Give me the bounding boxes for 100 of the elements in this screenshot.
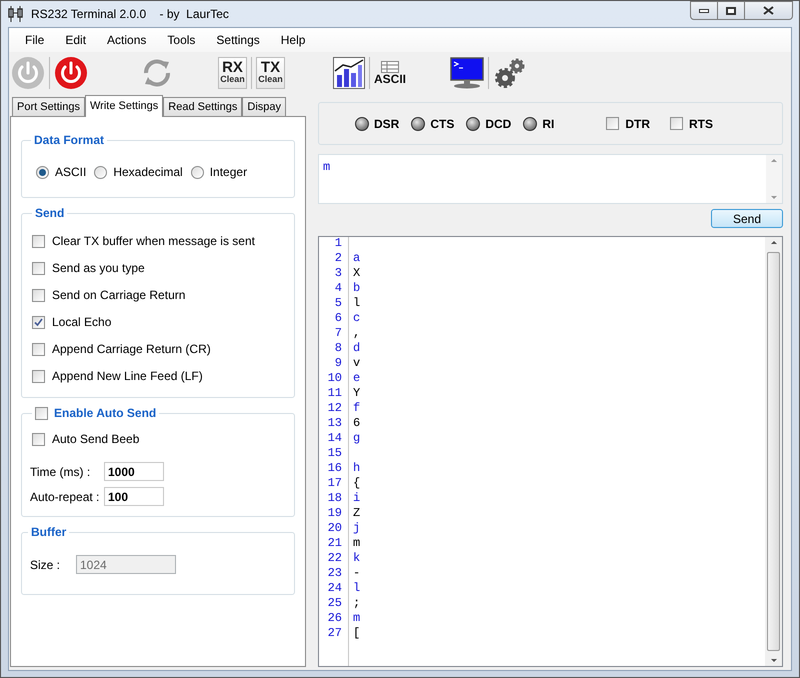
field-label: Size : bbox=[30, 556, 62, 574]
terminal-line: f bbox=[353, 401, 362, 416]
menu-item[interactable]: Edit bbox=[57, 31, 94, 49]
led-label: DCD bbox=[485, 116, 512, 132]
minimize-button[interactable] bbox=[690, 1, 718, 20]
checkbox[interactable] bbox=[32, 288, 45, 302]
checkbox-label: DTR bbox=[625, 116, 650, 132]
led-label: DSR bbox=[374, 116, 400, 132]
checkbox-label: Send on Carriage Return bbox=[52, 287, 186, 304]
number-field[interactable]: 100 bbox=[104, 487, 164, 506]
window-title: RS232 Terminal 2.0.0 - by LaurTec bbox=[31, 6, 229, 23]
close-button[interactable] bbox=[745, 1, 793, 20]
terminal-line: v bbox=[353, 356, 362, 371]
gears-icon[interactable] bbox=[493, 56, 528, 90]
scroll-down-icon bbox=[770, 659, 776, 662]
line-number: 12 bbox=[328, 401, 342, 416]
led-label: CTS bbox=[430, 116, 454, 132]
clean-button[interactable]: TX Clean bbox=[256, 57, 285, 89]
scroll-up-icon bbox=[771, 159, 777, 162]
menu-item[interactable]: File bbox=[17, 31, 52, 49]
chart-icon[interactable] bbox=[333, 57, 365, 89]
line-number: 8 bbox=[334, 341, 342, 356]
line-number: 19 bbox=[328, 506, 342, 521]
menu-item[interactable]: Help bbox=[272, 31, 314, 49]
clean-button[interactable]: RX Clean bbox=[218, 57, 247, 89]
checkbox-label: Append Carriage Return (CR) bbox=[52, 341, 211, 358]
terminal-line: [ bbox=[353, 626, 362, 641]
line-number: 3 bbox=[334, 266, 342, 281]
tab[interactable]: Port Settings bbox=[12, 97, 85, 116]
radio-button[interactable] bbox=[36, 166, 49, 178]
power-icon[interactable] bbox=[54, 56, 88, 90]
group-title: Enable Auto Send bbox=[54, 405, 156, 422]
line-number: 15 bbox=[328, 446, 342, 461]
checkbox-label: Auto Send Beeb bbox=[52, 431, 140, 448]
terminal-line: e bbox=[353, 371, 362, 386]
scrollbar[interactable] bbox=[765, 237, 782, 666]
checkbox[interactable] bbox=[35, 406, 48, 420]
line-number: 25 bbox=[328, 596, 342, 611]
line-number: 23 bbox=[328, 566, 342, 581]
maximize-button[interactable] bbox=[718, 1, 745, 20]
menu-item[interactable]: Tools bbox=[159, 31, 204, 49]
terminal-line: m bbox=[353, 611, 362, 626]
checkbox[interactable] bbox=[670, 117, 684, 130]
menu-item[interactable]: Actions bbox=[99, 31, 154, 49]
checkbox[interactable] bbox=[32, 370, 45, 382]
send-button[interactable]: Send bbox=[711, 209, 783, 228]
line-number: 21 bbox=[328, 536, 342, 551]
tab[interactable]: Write Settings bbox=[84, 95, 164, 117]
tab[interactable]: Dispay bbox=[242, 97, 286, 116]
terminal-line: { bbox=[353, 476, 362, 491]
scrollbar[interactable] bbox=[766, 155, 782, 203]
terminal-line: a bbox=[353, 251, 362, 266]
checkbox-label: Send as you type bbox=[52, 260, 145, 277]
tab[interactable]: Read Settings bbox=[163, 97, 242, 116]
line-number: 24 bbox=[328, 581, 342, 596]
radio-button[interactable] bbox=[94, 166, 108, 178]
radio-button[interactable] bbox=[190, 166, 204, 178]
checkbox-label: Local Echo bbox=[52, 314, 112, 331]
checkbox[interactable] bbox=[32, 342, 45, 356]
line-number: 26 bbox=[328, 611, 342, 626]
ascii-button[interactable]: ASCII bbox=[374, 61, 406, 85]
line-number: 6 bbox=[334, 311, 342, 326]
checkbox[interactable] bbox=[32, 262, 45, 274]
transmit-box[interactable]: m bbox=[318, 154, 783, 204]
scroll-up-icon bbox=[770, 241, 776, 244]
line-number: 27 bbox=[328, 626, 342, 641]
terminal-line: Z bbox=[353, 506, 362, 521]
line-number: 13 bbox=[328, 416, 342, 431]
scroll-thumb[interactable] bbox=[767, 252, 780, 651]
close-icon bbox=[763, 6, 774, 15]
line-number: 2 bbox=[334, 251, 342, 266]
table-icon bbox=[381, 61, 399, 73]
checkbox[interactable] bbox=[32, 316, 45, 328]
menu-item[interactable]: Settings bbox=[208, 31, 268, 49]
checkbox-label: Append New Line Feed (LF) bbox=[52, 368, 203, 385]
number-field[interactable]: 1000 bbox=[104, 462, 164, 481]
line-number: 18 bbox=[328, 491, 342, 506]
line-number: 20 bbox=[328, 521, 342, 536]
minimize-icon bbox=[699, 8, 709, 12]
line-number: 9 bbox=[334, 356, 342, 371]
checkbox-label: RTS bbox=[689, 116, 714, 132]
terminal-line: g bbox=[353, 431, 362, 446]
field-label: Time (ms) : bbox=[30, 464, 92, 480]
terminal-line: d bbox=[353, 341, 362, 356]
field-label: Auto-repeat : bbox=[30, 488, 100, 506]
checkbox-label: Clear TX buffer when message is sent bbox=[52, 233, 255, 250]
line-number: 22 bbox=[328, 551, 342, 566]
transmit-text: m bbox=[322, 159, 332, 176]
monitor-icon[interactable] bbox=[450, 57, 484, 89]
terminal-line: 6 bbox=[353, 416, 362, 431]
check-icon bbox=[34, 318, 43, 326]
maximize-icon bbox=[726, 6, 736, 14]
terminal-line: X bbox=[353, 266, 362, 281]
checkbox[interactable] bbox=[606, 117, 620, 130]
radio-label: Hexadecimal bbox=[113, 164, 183, 181]
line-number: 11 bbox=[328, 386, 342, 401]
radio-label: Integer bbox=[210, 164, 248, 181]
terminal-line: m bbox=[353, 536, 362, 551]
checkbox[interactable] bbox=[32, 234, 45, 248]
checkbox[interactable] bbox=[32, 432, 45, 446]
